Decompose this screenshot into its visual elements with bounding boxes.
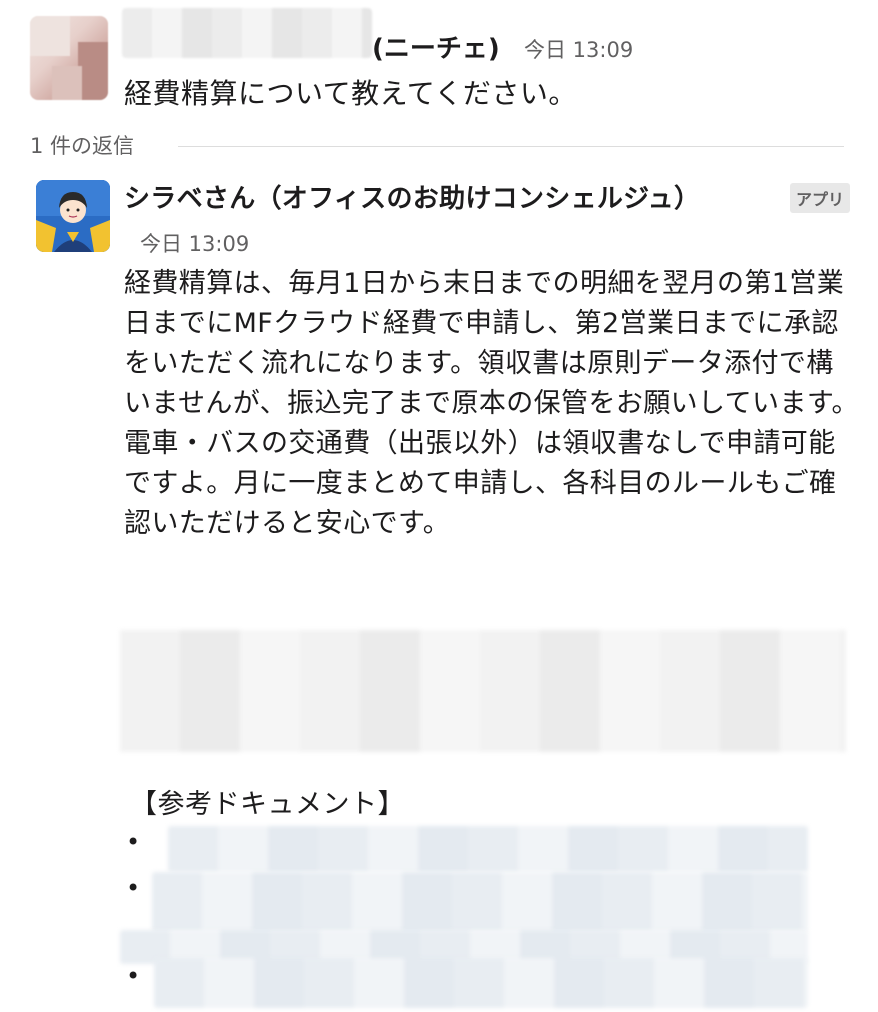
thread-reply-count: 1 件の返信 bbox=[30, 134, 135, 158]
bot-message-timestamp[interactable]: 今日 13:09 bbox=[140, 228, 249, 258]
concierge-illustration-icon bbox=[36, 180, 110, 252]
reference-link-redacted[interactable] bbox=[154, 958, 808, 1008]
bot-avatar[interactable] bbox=[36, 180, 110, 252]
thread-divider bbox=[178, 146, 844, 147]
reference-link-redacted[interactable] bbox=[152, 872, 808, 932]
user-message-timestamp[interactable]: 今日 13:09 bbox=[524, 34, 633, 64]
bullet-icon: • bbox=[126, 874, 141, 902]
user-message-text: 経費精算について教えてください。 bbox=[124, 77, 577, 110]
app-badge: アプリ bbox=[790, 183, 851, 213]
bot-message-text: 経費精算は、毎月1日から末日までの明細を翌月の第1営業日までにMFクラウド経費で… bbox=[124, 268, 859, 539]
bullet-icon: • bbox=[126, 828, 141, 856]
redacted-content-block bbox=[120, 630, 846, 752]
bot-name[interactable]: シラベさん（オフィスのお助けコンシェルジュ） bbox=[124, 178, 700, 215]
references-title: 【参考ドキュメント】 bbox=[130, 789, 405, 820]
user-avatar[interactable] bbox=[30, 16, 108, 100]
user-name-redacted[interactable] bbox=[122, 8, 372, 58]
user-name-suffix[interactable]: (ニーチェ) bbox=[372, 28, 500, 65]
reference-link-redacted[interactable] bbox=[168, 826, 808, 872]
bullet-icon: • bbox=[126, 962, 141, 990]
